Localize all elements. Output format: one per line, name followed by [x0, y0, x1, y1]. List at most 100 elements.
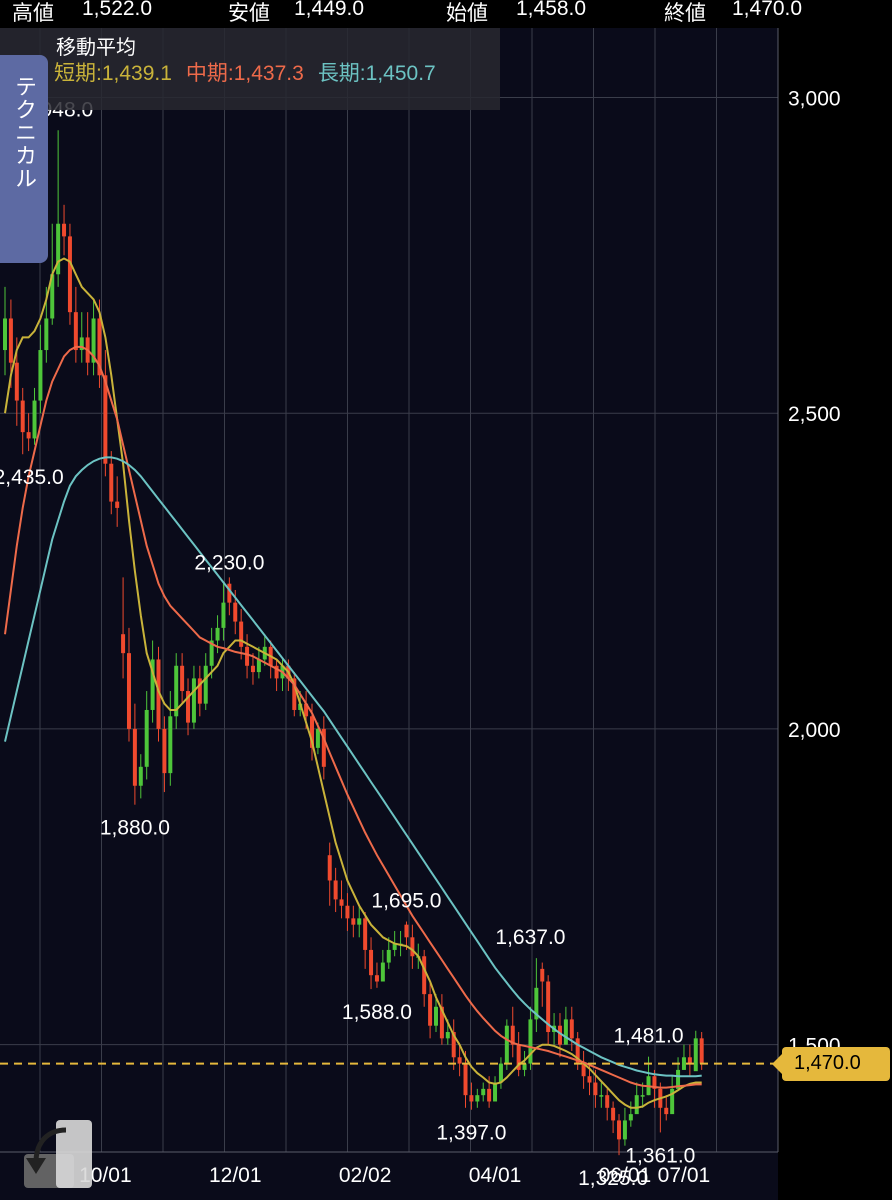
candle-body	[587, 1076, 592, 1083]
candle-body	[374, 975, 379, 982]
candlestick-chart[interactable]: 3,0002,5002,0001,500 10/0112/0102/0204/0…	[0, 0, 892, 1200]
candle-body	[44, 318, 49, 351]
candle-body	[245, 646, 250, 666]
candle-body	[14, 362, 19, 401]
price-annotation: 1,588.0	[342, 1001, 412, 1024]
candle-body	[469, 1095, 474, 1102]
candle-body	[504, 1025, 509, 1064]
candle-body	[8, 318, 13, 363]
candle-body	[428, 994, 433, 1026]
x-tick-label: 04/01	[469, 1164, 522, 1187]
high-label: 高値	[12, 2, 54, 25]
candle-body	[203, 665, 208, 704]
candle-body	[498, 1063, 503, 1083]
candle-body	[664, 1107, 669, 1115]
candle-body	[26, 432, 31, 439]
candle-body	[593, 1082, 598, 1096]
candle-body	[463, 1063, 468, 1096]
ma-short-value: 短期:1,439.1	[54, 62, 172, 85]
candle-body	[634, 1095, 639, 1115]
candle-body	[386, 949, 391, 963]
candle-body	[168, 716, 173, 774]
candle-body	[540, 968, 545, 982]
candle-body	[121, 634, 126, 654]
current-price-tag: 1,470.0	[772, 1046, 890, 1081]
candle-body	[611, 1107, 616, 1121]
candle-body	[345, 905, 350, 919]
x-tick-label: 07/01	[658, 1164, 711, 1187]
close-label: 終値	[664, 2, 706, 25]
candle-body	[693, 1038, 698, 1072]
candle-body	[32, 400, 37, 439]
y-tick-label: 3,000	[788, 87, 841, 110]
candle-body	[357, 918, 362, 925]
price-annotation: 1,397.0	[436, 1122, 506, 1145]
open-label: 始値	[446, 2, 488, 25]
candle-body	[333, 880, 338, 900]
ma-mid-value: 中期:1,437.3	[185, 62, 304, 85]
candle-body	[599, 1095, 604, 1097]
candle-body	[457, 1057, 462, 1064]
candle-body	[404, 924, 409, 938]
candle-body	[138, 766, 143, 786]
candle-body	[3, 318, 7, 351]
axis-background	[778, 0, 892, 1200]
candle-body	[132, 728, 137, 786]
candle-body	[250, 665, 255, 673]
candle-body	[433, 1006, 438, 1026]
candle-body	[699, 1038, 704, 1064]
ohlc-header: 高値 1,522.0 安値 1,449.0 始値 1,458.0 終値 1,47…	[0, 0, 892, 28]
candle-body	[162, 728, 167, 774]
candle-body	[315, 728, 320, 748]
candle-body	[617, 1120, 622, 1140]
candle-body	[422, 956, 427, 995]
technical-tab-label: テクニカル	[12, 75, 37, 190]
candle-body	[73, 312, 78, 351]
price-annotation: 2,435.0	[0, 466, 64, 489]
candle-body	[351, 918, 356, 925]
candle-body	[38, 350, 43, 401]
candle-body	[445, 1032, 450, 1039]
current-price-tag-label: 1,470.0	[794, 1051, 861, 1074]
x-tick-label: 12/01	[209, 1164, 262, 1187]
price-annotation: 1,325.0	[578, 1167, 648, 1190]
candle-body	[481, 1088, 486, 1096]
candle-body	[180, 665, 185, 692]
candle-body	[569, 1019, 574, 1039]
candle-body	[410, 937, 415, 957]
candle-body	[239, 621, 244, 647]
moving-average-title: 移動平均	[56, 37, 136, 59]
price-annotation: 1,695.0	[371, 890, 441, 913]
candle-body	[563, 1019, 568, 1045]
high-value: 1,522.0	[82, 0, 153, 20]
candle-body	[363, 918, 368, 950]
low-value: 1,449.0	[294, 0, 365, 20]
price-annotation: 1,481.0	[613, 1025, 683, 1048]
candle-body	[191, 678, 196, 723]
candle-body	[380, 962, 385, 982]
price-annotation: 1,361.0	[625, 1144, 695, 1167]
back-icon[interactable]	[22, 1118, 94, 1190]
open-value: 1,458.0	[516, 0, 587, 20]
candle-body	[681, 1057, 686, 1070]
candle-body	[215, 627, 220, 641]
technical-tab[interactable]: テクニカル	[0, 55, 48, 263]
candle-body	[487, 1088, 492, 1102]
candle-body	[20, 400, 25, 433]
candle-body	[109, 463, 114, 502]
y-tick-label: 2,500	[788, 403, 841, 426]
close-value: 1,470.0	[732, 0, 803, 20]
moving-average-values: 短期:1,439.1 中期:1,437.3 長期:1,450.7	[54, 57, 450, 87]
candle-body	[628, 1114, 633, 1121]
candle-body	[221, 602, 226, 628]
price-annotation: 1,637.0	[495, 926, 565, 949]
candle-body	[622, 1120, 627, 1140]
candle-body	[475, 1095, 480, 1102]
candle-body	[339, 899, 344, 906]
candle-body	[126, 653, 131, 729]
candle-body	[233, 602, 238, 622]
candle-body	[67, 236, 72, 313]
low-label: 安値	[228, 2, 270, 25]
candle-body	[605, 1095, 610, 1108]
candle-body	[62, 223, 67, 237]
